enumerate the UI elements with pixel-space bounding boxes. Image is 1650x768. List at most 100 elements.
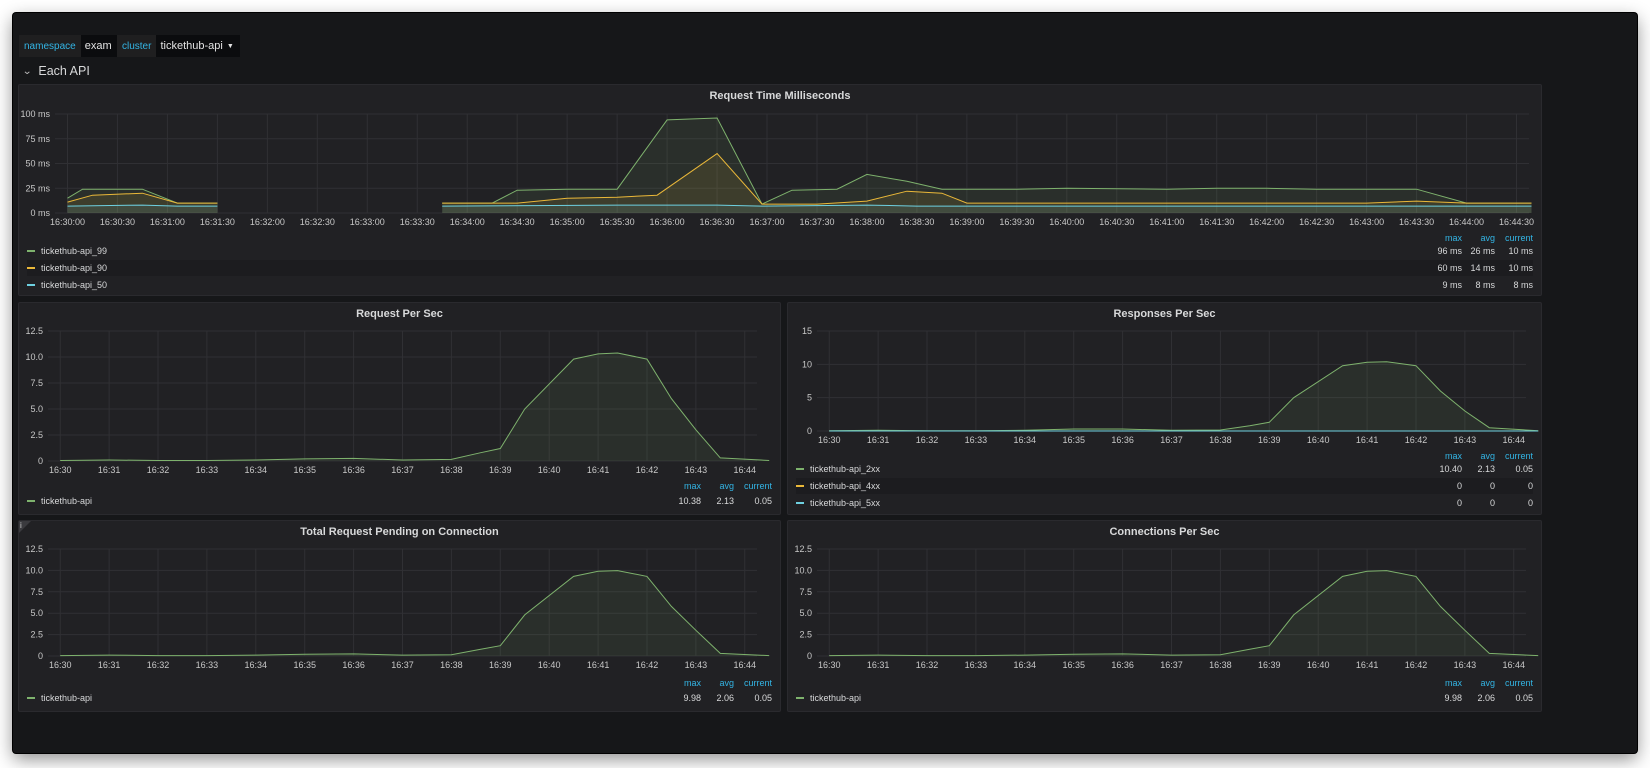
legend-header-avg: avg [1480, 678, 1495, 688]
legend-header-current: current [1504, 451, 1533, 461]
x-tick-label: 16:35:30 [600, 217, 635, 227]
y-tick-label: 100 ms [20, 109, 50, 119]
legend-avg: 26 ms [1470, 246, 1495, 256]
legend-header-current: current [1504, 678, 1533, 688]
x-tick-label: 16:43 [685, 465, 708, 475]
legend-row[interactable]: tickethub-api_4xx 0 0 0 [796, 478, 1533, 494]
y-tick-label: 12.5 [25, 326, 43, 336]
x-tick-label: 16:33 [196, 465, 219, 475]
x-tick-label: 16:32 [147, 465, 170, 475]
legend-header: max avg current [668, 678, 772, 688]
x-tick-label: 16:39:00 [949, 217, 984, 227]
x-tick-label: 16:41 [587, 660, 610, 670]
x-tick-label: 16:38:00 [849, 217, 884, 227]
legend-row[interactable]: tickethub-api 9.98 2.06 0.05 [27, 690, 772, 706]
chart-pending-requests: 0 2.5 5.0 7.5 10.0 12.5 16:30 16:31 16:32 16:33 16… [25, 544, 770, 670]
x-tick-label: 16:35:00 [550, 217, 585, 227]
y-tick-label: 5.0 [799, 608, 812, 618]
legend-header-max: max [1444, 451, 1462, 461]
legend-header-current: current [1504, 233, 1533, 243]
panel-request-per-sec[interactable]: Request Per Sec 0 2.5 5.0 7.5 10.0 12.5 16:30 1… [18, 302, 781, 515]
x-tick-label: 16:41:30 [1199, 217, 1234, 227]
dashboard-window: namespace exam ▼ cluster tickethub-api ▼… [13, 13, 1637, 753]
x-tick-label: 16:36 [1111, 660, 1134, 670]
x-tick-label: 16:42 [636, 465, 659, 475]
x-tick-label: 16:42 [1405, 435, 1428, 445]
series-swatch [27, 250, 35, 252]
y-tick-label: 0 [807, 651, 812, 661]
legend-header-current: current [743, 678, 772, 688]
legend-row[interactable]: tickethub-api 9.98 2.06 0.05 [796, 690, 1533, 706]
legend-series-name: tickethub-api_99 [41, 246, 108, 256]
legend-header-max: max [683, 678, 701, 688]
x-tick-label: 16:30 [49, 660, 72, 670]
legend-max: 9 ms [1442, 280, 1462, 290]
legend-max: 0 [1456, 498, 1462, 508]
legend-current: 0 [1527, 481, 1533, 491]
y-tick-label: 0 ms [30, 208, 50, 218]
legend-max: 10.40 [1439, 464, 1462, 474]
x-tick-label: 16:44 [1503, 660, 1526, 670]
x-tick-label: 16:36 [342, 465, 365, 475]
y-tick-label: 2.5 [799, 630, 812, 640]
x-tick-label: 16:38 [1209, 660, 1232, 670]
cluster-select[interactable]: tickethub-api ▼ [156, 35, 240, 57]
legend-header: max avg current [1429, 678, 1533, 688]
x-tick-label: 16:31 [98, 660, 121, 670]
y-tick-label: 50 ms [25, 159, 50, 169]
x-tick-label: 16:44 [734, 660, 757, 670]
legend-series-name: tickethub-api [810, 693, 862, 703]
legend-row[interactable]: tickethub-api 10.38 2.13 0.05 [27, 493, 772, 509]
x-tick-label: 16:37:30 [799, 217, 834, 227]
panel-responses-per-sec[interactable]: Responses Per Sec 0 5 10 15 16:30 16:31 16:32 1… [787, 302, 1542, 515]
x-tick-label: 16:37:00 [749, 217, 784, 227]
x-tick-label: 16:43:30 [1399, 217, 1434, 227]
x-tick-label: 16:35 [293, 465, 316, 475]
x-tick-label: 16:32:30 [300, 217, 335, 227]
series-swatch [796, 485, 804, 487]
legend-series-name: tickethub-api_4xx [810, 481, 881, 491]
legend-series-name: tickethub-api [41, 496, 93, 506]
y-tick-label: 15 [802, 326, 812, 336]
x-tick-label: 16:34 [1014, 660, 1037, 670]
x-tick-label: 16:41 [1356, 435, 1379, 445]
legend-row[interactable]: tickethub-api_50 9 ms 8 ms 8 ms [27, 277, 1533, 293]
x-tick-label: 16:40 [538, 660, 561, 670]
legend-header-current: current [743, 481, 772, 491]
x-tick-label: 16:32 [147, 660, 170, 670]
y-tick-label: 75 ms [25, 134, 50, 144]
y-tick-label: 10.0 [794, 565, 812, 575]
x-tick-label: 16:37 [1160, 435, 1183, 445]
x-tick-label: 16:40 [1307, 660, 1330, 670]
legend-max: 96 ms [1437, 246, 1462, 256]
x-tick-label: 16:39 [489, 465, 512, 475]
x-tick-label: 16:34:30 [500, 217, 535, 227]
series-area [442, 153, 1532, 213]
x-tick-label: 16:43 [1454, 435, 1477, 445]
legend-row[interactable]: tickethub-api_90 60 ms 14 ms 10 ms [27, 260, 1533, 276]
legend-avg: 2.06 [1477, 693, 1495, 703]
legend-row[interactable]: tickethub-api_99 96 ms 26 ms 10 ms [27, 243, 1533, 259]
y-tick-label: 2.5 [30, 630, 43, 640]
x-tick-label: 16:30 [818, 435, 841, 445]
y-tick-label: 10 [802, 359, 812, 369]
series-swatch [796, 468, 804, 470]
x-tick-label: 16:30 [49, 465, 72, 475]
x-tick-label: 16:32 [916, 660, 939, 670]
x-tick-label: 16:37 [1160, 660, 1183, 670]
x-tick-label: 16:37 [391, 465, 414, 475]
x-tick-label: 16:42 [1405, 660, 1428, 670]
x-tick-label: 16:40:30 [1099, 217, 1134, 227]
x-tick-label: 16:31 [867, 660, 890, 670]
panel-connections-per-sec[interactable]: Connections Per Sec 0 2.5 5.0 7.5 10.0 12.5 16… [787, 520, 1542, 712]
row-toggle[interactable]: ⌄ Each API [22, 61, 90, 81]
y-tick-label: 5 [807, 393, 812, 403]
panel-pending-requests[interactable]: i Total Request Pending on Connection 02… [18, 520, 781, 712]
legend-max: 9.98 [683, 693, 701, 703]
legend-row[interactable]: tickethub-api_5xx 0 0 0 [796, 495, 1533, 511]
panel-request-time[interactable]: Request Time Milliseconds 0 ms 25 ms 50 ms… [18, 84, 1542, 296]
x-tick-label: 16:30:00 [50, 217, 85, 227]
chart-connections-per-sec: 0 2.5 5.0 7.5 10.0 12.5 16:30 16:31 16:32 16:33 16… [794, 544, 1539, 670]
y-tick-label: 10.0 [25, 565, 43, 575]
legend-row[interactable]: tickethub-api_2xx 10.40 2.13 0.05 [796, 461, 1533, 477]
